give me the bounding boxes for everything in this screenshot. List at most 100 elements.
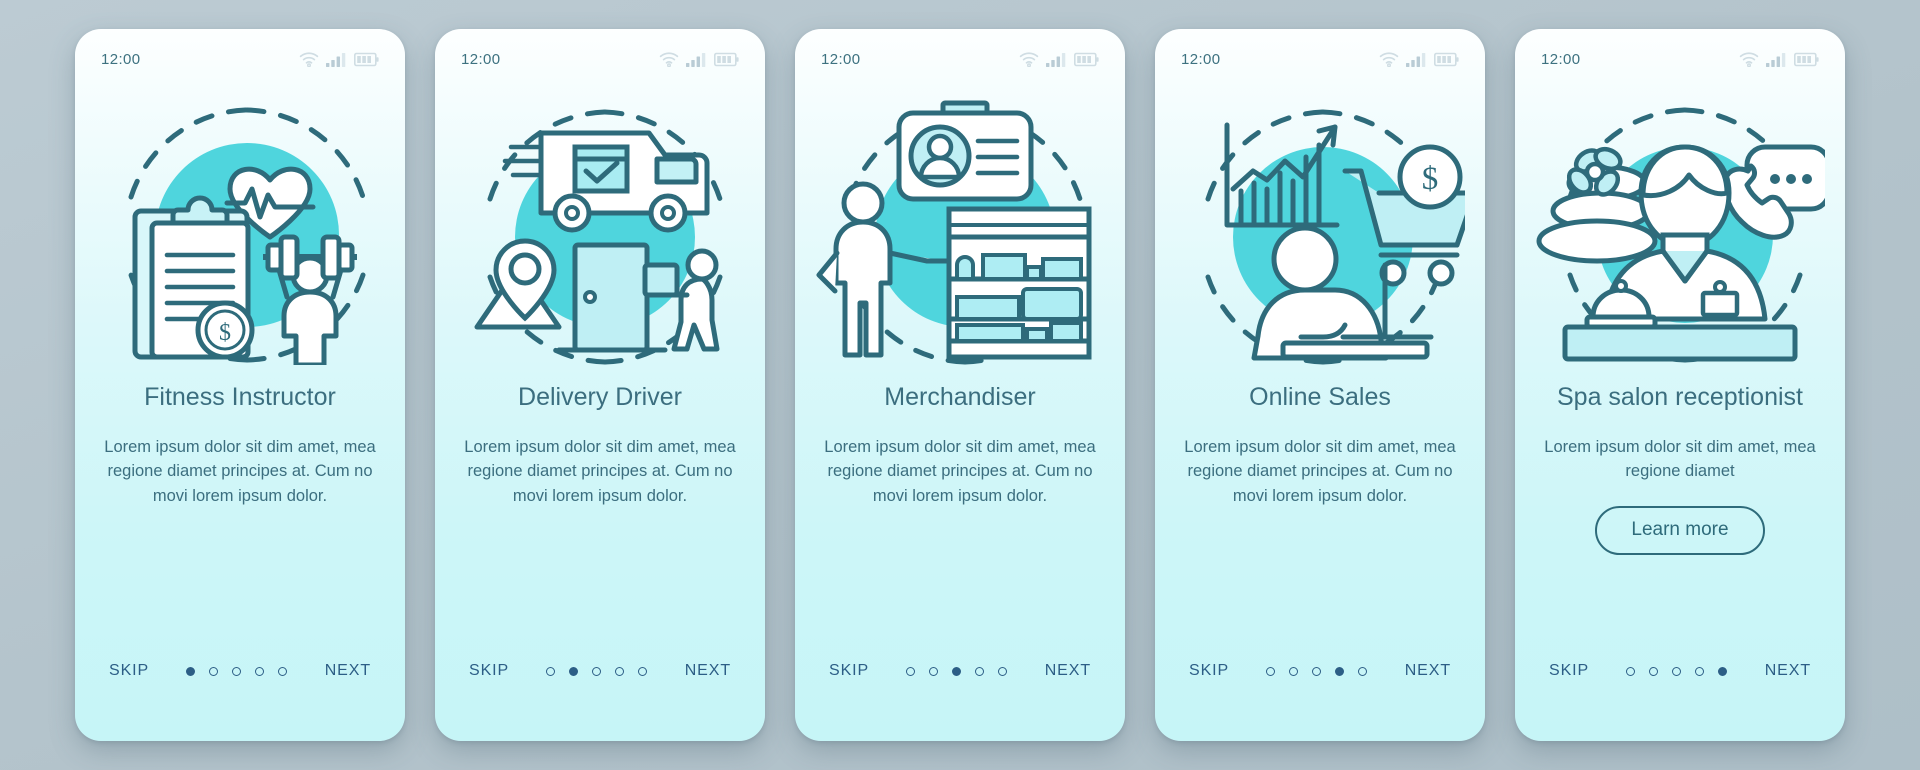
pagination-dot[interactable] bbox=[209, 666, 219, 676]
wifi-icon bbox=[1019, 51, 1039, 67]
cellular-signal-icon bbox=[1406, 52, 1426, 67]
id-badge bbox=[896, 100, 1034, 202]
online-sales-illustration: $ bbox=[1155, 75, 1485, 375]
battery-icon bbox=[714, 52, 739, 66]
text-block: Merchandiser Lorem ipsum dolor sit dim a… bbox=[795, 375, 1125, 631]
status-bar-icons bbox=[1019, 51, 1099, 67]
pagination-dot[interactable] bbox=[952, 666, 962, 676]
pagination-dot[interactable] bbox=[1358, 666, 1368, 676]
learn-more-button[interactable]: Learn more bbox=[1595, 505, 1765, 555]
pagination-dots bbox=[906, 666, 1008, 676]
page-title: Online Sales bbox=[1249, 383, 1391, 411]
wifi-icon bbox=[659, 51, 679, 67]
delivery-illustration bbox=[435, 75, 765, 375]
pagination-dot[interactable] bbox=[998, 666, 1008, 676]
pagination-dot[interactable] bbox=[1649, 666, 1659, 676]
map-pin bbox=[474, 238, 562, 330]
pagination-dot[interactable] bbox=[1718, 666, 1728, 676]
pagination-dot[interactable] bbox=[1626, 666, 1636, 676]
page-description: Lorem ipsum dolor sit dim amet, mea regi… bbox=[1184, 438, 1456, 505]
page-description: Lorem ipsum dolor sit dim amet, mea regi… bbox=[464, 438, 736, 505]
pagination-dot[interactable] bbox=[929, 666, 939, 676]
pagination-dot[interactable] bbox=[1335, 666, 1345, 676]
status-bar: 12:00 bbox=[75, 29, 405, 75]
pagination-dot[interactable] bbox=[569, 666, 579, 676]
pagination-dot[interactable] bbox=[546, 666, 556, 676]
pagination-dots bbox=[186, 666, 288, 676]
battery-icon bbox=[354, 52, 379, 66]
fitness-illustration: $ bbox=[75, 75, 405, 375]
growth-bar-chart bbox=[1224, 122, 1340, 228]
text-block: Spa salon receptionist Lorem ipsum dolor… bbox=[1515, 375, 1845, 631]
name-tag bbox=[1700, 290, 1740, 318]
pagination-dot[interactable] bbox=[906, 666, 916, 676]
status-bar-icons bbox=[659, 51, 739, 67]
status-bar: 12:00 bbox=[795, 29, 1125, 75]
pagination-dot[interactable] bbox=[278, 666, 288, 676]
onboarding-screens-container: 12:00 $ Fitness Instructor Lorem ipsum d… bbox=[0, 0, 1920, 770]
battery-icon bbox=[1794, 52, 1819, 66]
next-button[interactable]: NEXT bbox=[1765, 662, 1811, 680]
pagination-dot[interactable] bbox=[975, 666, 985, 676]
next-button[interactable]: NEXT bbox=[325, 662, 371, 680]
status-bar-icons bbox=[1739, 51, 1819, 67]
skip-button[interactable]: SKIP bbox=[829, 662, 869, 680]
pagination-dot[interactable] bbox=[232, 666, 242, 676]
pagination-dots bbox=[1266, 666, 1368, 676]
page-title: Spa salon receptionist bbox=[1557, 383, 1803, 411]
status-bar-clock: 12:00 bbox=[101, 50, 141, 68]
pagination-dot[interactable] bbox=[615, 666, 625, 676]
pagination-dots bbox=[546, 666, 648, 676]
status-bar-icons bbox=[299, 51, 379, 67]
onboarding-footer: SKIP NEXT bbox=[1155, 631, 1485, 741]
page-description: Lorem ipsum dolor sit dim amet, mea regi… bbox=[104, 438, 376, 505]
pagination-dot[interactable] bbox=[1312, 666, 1322, 676]
text-block: Fitness Instructor Lorem ipsum dolor sit… bbox=[75, 375, 405, 631]
status-bar-clock: 12:00 bbox=[821, 50, 861, 68]
pagination-dots bbox=[1626, 666, 1728, 676]
wifi-icon bbox=[1739, 51, 1759, 67]
dollar-coin: $ bbox=[195, 300, 255, 360]
next-button[interactable]: NEXT bbox=[685, 662, 731, 680]
page-description: Lorem ipsum dolor sit dim amet, mea regi… bbox=[824, 438, 1096, 505]
svg-text:$: $ bbox=[219, 320, 231, 346]
pagination-dot[interactable] bbox=[1695, 666, 1705, 676]
onboarding-footer: SKIP NEXT bbox=[75, 631, 405, 741]
skip-button[interactable]: SKIP bbox=[469, 662, 509, 680]
pagination-dot[interactable] bbox=[1672, 666, 1682, 676]
spa-receptionist-illustration bbox=[1515, 75, 1845, 375]
skip-button[interactable]: SKIP bbox=[1189, 662, 1229, 680]
status-bar: 12:00 bbox=[1515, 29, 1845, 75]
merchandiser-illustration bbox=[795, 75, 1125, 375]
dollar-coin: $ bbox=[1397, 144, 1463, 210]
cellular-signal-icon bbox=[1766, 52, 1786, 67]
delivery-van bbox=[538, 130, 710, 233]
status-bar: 12:00 bbox=[435, 29, 765, 75]
desk bbox=[1562, 324, 1798, 362]
pagination-dot[interactable] bbox=[638, 666, 648, 676]
status-bar-clock: 12:00 bbox=[461, 50, 501, 68]
product-shelf bbox=[946, 206, 1092, 360]
cellular-signal-icon bbox=[686, 52, 706, 67]
status-bar-clock: 12:00 bbox=[1181, 50, 1221, 68]
pagination-dot[interactable] bbox=[255, 666, 265, 676]
onboarding-screen-delivery-driver: 12:00 Delivery Driver Lorem ipsum dolor … bbox=[435, 29, 765, 741]
onboarding-screen-fitness-instructor: 12:00 $ Fitness Instructor Lorem ipsum d… bbox=[75, 29, 405, 741]
pagination-dot[interactable] bbox=[1266, 666, 1276, 676]
wifi-icon bbox=[1379, 51, 1399, 67]
next-button[interactable]: NEXT bbox=[1045, 662, 1091, 680]
svg-text:$: $ bbox=[1422, 161, 1439, 197]
next-button[interactable]: NEXT bbox=[1405, 662, 1451, 680]
page-title: Delivery Driver bbox=[518, 383, 682, 411]
onboarding-footer: SKIP NEXT bbox=[795, 631, 1125, 741]
page-description: Lorem ipsum dolor sit dim amet, mea regi… bbox=[1544, 438, 1816, 481]
pagination-dot[interactable] bbox=[186, 666, 196, 676]
status-bar-clock: 12:00 bbox=[1541, 50, 1581, 68]
cellular-signal-icon bbox=[1046, 52, 1066, 67]
skip-button[interactable]: SKIP bbox=[109, 662, 149, 680]
onboarding-screen-online-sales: 12:00 $ Online Sales Lorem ipsum dolor s… bbox=[1155, 29, 1485, 741]
skip-button[interactable]: SKIP bbox=[1549, 662, 1589, 680]
pagination-dot[interactable] bbox=[1289, 666, 1299, 676]
page-title: Merchandiser bbox=[884, 383, 1036, 411]
pagination-dot[interactable] bbox=[592, 666, 602, 676]
